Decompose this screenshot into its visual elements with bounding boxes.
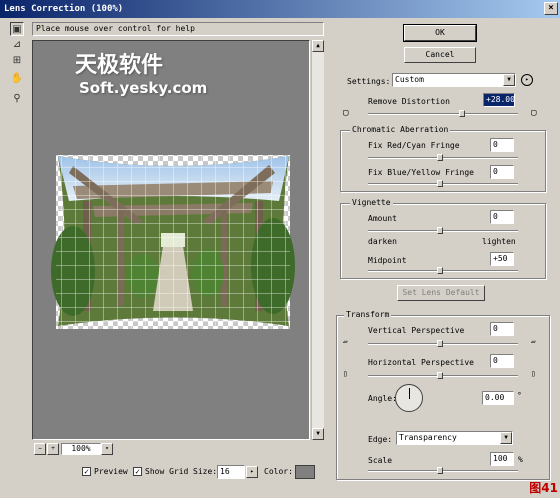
scale-input[interactable]: 100 [490,452,514,466]
zoom-tool-icon[interactable]: ⚲ [10,92,24,106]
dropdown-arrow-icon: ▼ [503,74,515,86]
window-title: Lens Correction (100%) [4,4,124,14]
vignette-amount-input[interactable]: 0 [490,210,514,224]
angle-dial[interactable] [395,384,423,412]
scroll-up-arrow-icon[interactable]: ▲ [312,40,324,52]
vignette-title: Vignette [350,198,393,207]
vertical-perspective-input[interactable]: 0 [490,322,514,336]
scale-slider[interactable] [437,467,443,474]
vertical-right-icon: ▱ [531,337,536,346]
edge-label: Edge: [368,435,393,444]
show-grid-checkbox[interactable]: ✓ [133,467,142,476]
watermark-url: Soft.yesky.com [79,79,208,97]
preview-image [51,155,295,329]
midpoint-input[interactable]: +50 [490,252,514,266]
settings-value: Custom [395,75,424,84]
remove-distortion-input[interactable]: +28.00 [483,93,515,107]
settings-menu-icon[interactable]: ▸ [521,74,533,86]
remove-distortion-slider[interactable] [459,110,465,117]
straighten-tool-icon[interactable]: ⊿ [10,38,24,52]
vertical-perspective-slider[interactable] [437,340,443,347]
barrel-icon: ▢ [531,108,537,118]
zoom-in-button[interactable]: + [47,443,59,455]
settings-label: Settings: [347,77,391,86]
remove-distortion-tool-icon[interactable]: ▣ [10,22,24,36]
preview-checkbox[interactable]: ✓ [82,467,91,476]
angle-input[interactable]: 0.00 [482,391,514,405]
blue-yellow-input[interactable]: 0 [490,165,514,179]
move-grid-tool-icon[interactable]: ⊞ [10,54,24,68]
hand-tool-icon[interactable]: ✋ [10,72,24,86]
red-cyan-input[interactable]: 0 [490,138,514,152]
red-cyan-track[interactable] [368,157,518,159]
grid-size-label: Size: [193,467,218,476]
scale-unit: % [518,455,523,464]
dropdown-arrow-icon: ▼ [500,432,512,444]
ok-button[interactable]: OK [403,24,477,42]
angle-label: Angle: [368,394,397,403]
title-bar: Lens Correction (100%) × [0,0,560,18]
zoom-menu-arrow-icon[interactable]: ▾ [101,443,113,455]
vertical-left-icon: ▱ [343,337,348,346]
vertical-perspective-label: Vertical Perspective [368,326,465,335]
settings-select[interactable]: Custom ▼ [392,73,516,87]
remove-distortion-track[interactable] [368,113,518,115]
angle-unit: ° [517,391,522,400]
midpoint-label: Midpoint [368,256,407,265]
vignette-amount-slider[interactable] [437,227,443,234]
preview-canvas[interactable]: 天极软件 Soft.yesky.com [32,40,310,440]
zoom-level-field[interactable]: 100% [61,443,101,455]
set-lens-default-button[interactable]: Set Lens Default [397,285,485,301]
edge-value: Transparency [399,433,457,442]
horizontal-left-icon: ▯ [343,369,348,378]
help-bar: Place mouse over control for help [32,22,324,36]
vertical-scrollbar[interactable]: ▲ ▼ [311,40,324,440]
horizontal-right-icon: ▯ [531,369,536,378]
vignette-amount-label: Amount [368,214,397,223]
vertical-perspective-track[interactable] [368,343,518,345]
scale-label: Scale [368,456,393,465]
horizontal-perspective-label: Horizontal Perspective [368,358,474,367]
vignette-amount-track[interactable] [368,230,518,232]
grid-color-label: Color: [264,467,293,476]
midpoint-slider[interactable] [437,267,443,274]
red-cyan-label: Fix Red/Cyan Fringe [368,141,460,150]
scale-track[interactable] [368,470,518,472]
red-cyan-slider[interactable] [437,154,443,161]
figure-label: 图41 [529,481,558,495]
horizontal-perspective-input[interactable]: 0 [490,354,514,368]
cancel-button[interactable]: Cancel [404,47,476,63]
zoom-out-button[interactable]: − [34,443,46,455]
grid-size-input[interactable]: 16 [217,465,245,479]
preview-label: Preview [94,467,128,476]
horizontal-perspective-slider[interactable] [437,372,443,379]
grid-size-arrow-icon[interactable]: ▸ [246,466,258,478]
grid-color-swatch[interactable] [295,465,315,479]
blue-yellow-track[interactable] [368,183,518,185]
scroll-down-arrow-icon[interactable]: ▼ [312,428,324,440]
edge-select[interactable]: Transparency ▼ [396,431,513,445]
show-grid-label: Show Grid [145,467,189,476]
lighten-label: lighten [482,237,516,246]
angle-dial-needle [409,388,410,399]
transform-title: Transform [344,310,392,319]
close-button[interactable]: × [544,2,558,15]
pincushion-icon: ▢ [343,108,349,118]
blue-yellow-label: Fix Blue/Yellow Fringe [368,168,474,177]
horizontal-perspective-track[interactable] [368,375,518,377]
midpoint-track[interactable] [368,270,518,272]
chromatic-aberration-title: Chromatic Aberration [350,125,451,134]
darken-label: darken [368,237,397,246]
blue-yellow-slider[interactable] [437,180,443,187]
watermark-logo: 天极软件 [75,53,164,78]
remove-distortion-label: Remove Distortion [368,97,450,106]
